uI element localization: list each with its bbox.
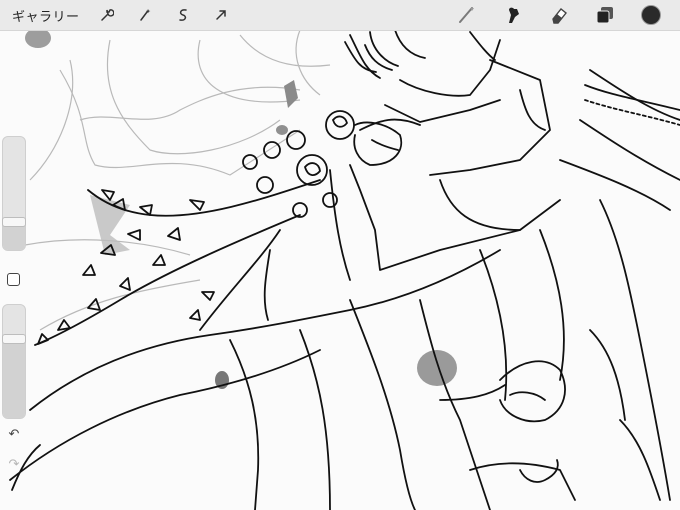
layers-icon[interactable] (582, 0, 628, 30)
undo-arrow-icon[interactable]: ↶ (5, 426, 23, 442)
brush-size-handle[interactable] (2, 217, 26, 227)
square-icon[interactable] (7, 273, 20, 286)
wrench-icon[interactable] (94, 2, 120, 28)
opacity-fill (3, 339, 25, 418)
veil-sketch (24, 29, 331, 331)
right-toolbar (444, 0, 674, 30)
smudge-finger-icon[interactable] (490, 0, 536, 30)
gallery-button[interactable]: ギャラリー (12, 6, 80, 25)
magic-wand-icon[interactable] (132, 2, 158, 28)
opacity-handle[interactable] (2, 334, 26, 344)
selection-s-icon[interactable] (170, 2, 196, 28)
left-sidebar: ↶ ↷ (0, 136, 28, 478)
arrow-cursor-icon[interactable] (208, 2, 234, 28)
drawing-canvas[interactable] (0, 0, 680, 510)
brush-size-slider[interactable] (2, 136, 26, 251)
eraser-icon[interactable] (536, 0, 582, 30)
smudge-marks (25, 28, 457, 389)
ink-lines (9, 29, 680, 510)
current-color-swatch[interactable] (641, 5, 661, 25)
color-picker[interactable] (628, 0, 674, 30)
line-art (9, 28, 680, 510)
opacity-slider[interactable] (2, 304, 26, 419)
redo-arrow-icon[interactable]: ↷ (5, 456, 23, 472)
brush-icon[interactable] (444, 0, 490, 30)
top-toolbar: ギャラリー (0, 0, 680, 31)
